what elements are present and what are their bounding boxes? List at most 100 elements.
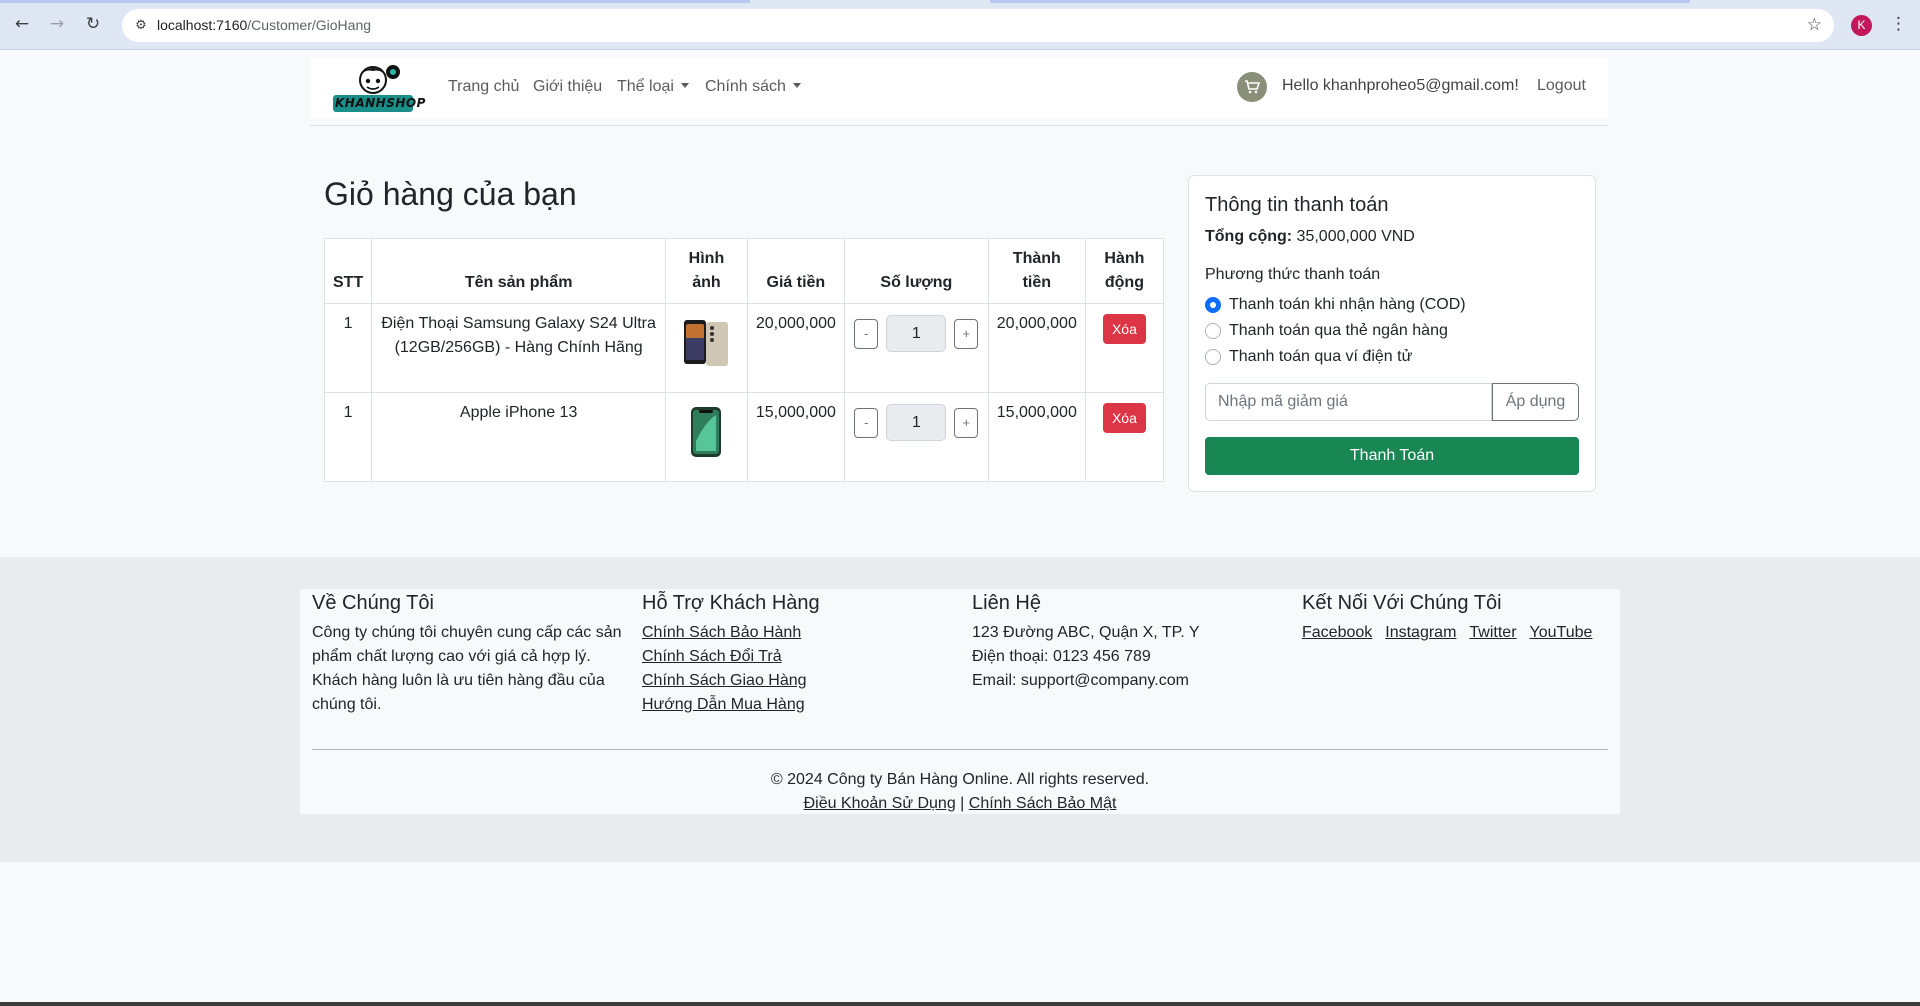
footer-divider [312,749,1608,750]
payment-card: Thông tin thanh toán Tổng cộng: 35,000,0… [1188,175,1596,492]
nav-policies-label: Chính sách [705,78,786,95]
bookmark-star-icon[interactable]: ☆ [1807,14,1822,36]
page-title: Giỏ hàng của bạn [324,176,577,212]
nav-home[interactable]: Trang chủ [448,78,519,96]
user-greeting[interactable]: Hello khanhproheo5@gmail.com! [1282,77,1519,95]
apply-coupon-button[interactable]: Áp dụng [1492,383,1579,421]
product-name: Apple iPhone 13 [371,392,667,482]
back-arrow-icon[interactable]: ← [10,12,34,36]
payment-option-e-wallet[interactable]: Thanh toán qua ví điện tử [1205,346,1412,368]
col-price: Giá tiền [746,238,845,304]
footer-support: Hỗ Trợ Khách Hàng Chính Sách Bảo Hành Ch… [642,589,952,717]
caret-down-icon [792,83,801,88]
footer-about-title: Về Chúng Tôi [312,592,434,614]
tab-edge-right [990,0,1690,3]
cart-table: STT Tên sản phẩm Hình ảnh Giá tiền Số lư… [323,238,1165,482]
social-link-youtube[interactable]: YouTube [1530,621,1593,645]
terms-link[interactable]: Điều Khoản Sử Dụng [804,795,956,812]
nav-categories-dropdown[interactable]: Thể loại [617,78,689,96]
coupon-input[interactable]: Nhập mã giảm giá [1205,383,1492,421]
col-name: Tên sản phẩm [371,238,667,304]
payment-total: Tổng cộng: 35,000,000 VND [1205,228,1415,246]
qty-increase-button[interactable]: + [954,407,979,438]
site-info-icon[interactable]: ⚙ [130,15,152,37]
delete-button[interactable]: Xóa [1102,314,1146,344]
legal-links: Điều Khoản Sử Dụng | Chính Sách Bảo Mật [300,792,1620,816]
footer-social-title: Kết Nối Với Chúng Tôi [1302,592,1502,614]
caret-down-icon [680,83,689,88]
cart-icon[interactable] [1237,72,1267,102]
qty-cell: - 1 + [843,392,989,482]
more-menu-icon[interactable]: ⋮ [1890,12,1907,36]
footer-content: Về Chúng Tôi Công ty chúng tôi chuyên cu… [300,589,1620,814]
footer-phone: Điện thoại: 0123 456 789 [972,648,1151,665]
footer-about: Về Chúng Tôi Công ty chúng tôi chuyên cu… [312,589,622,717]
profile-avatar[interactable]: K [1851,15,1872,36]
checkout-button[interactable]: Thanh Toán [1205,437,1579,475]
tab-edge-left [0,0,750,3]
table-row: 1 Apple iPhone 13 15,000,000 - 1 + 15,00… [323,392,1165,482]
col-qty: Số lượng [843,238,989,304]
total-label: Tổng cộng: [1205,228,1293,245]
social-link-twitter[interactable]: Twitter [1469,621,1516,645]
payment-method-label: Phương thức thanh toán [1205,266,1381,283]
delete-button[interactable]: Xóa [1102,403,1146,433]
footer-link-shipping[interactable]: Chính Sách Giao Hàng [642,669,952,693]
table-row: 1 Điện Thoại Samsung Galaxy S24 Ultra (1… [323,303,1165,393]
footer-social: Kết Nối Với Chúng Tôi Facebook Instagram… [1302,589,1612,645]
browser-toolbar: ← → ↻ ⚙ localhost:7160/Customer/GioHang … [0,0,1920,50]
col-total: Thành tiền [987,238,1086,304]
social-link-instagram[interactable]: Instagram [1385,621,1456,645]
nav-about[interactable]: Giới thiệu [533,78,602,96]
radio-button-checked[interactable] [1205,297,1221,313]
url-path: /Customer/GioHang [247,17,372,33]
qty-input[interactable]: 1 [886,404,947,441]
url-text[interactable]: localhost:7160/Customer/GioHang [157,9,371,42]
site-navbar: KHANHSHOP Trang chủ Giới thiệu Thể loại … [310,58,1608,118]
table-header-row: STT Tên sản phẩm Hình ảnh Giá tiền Số lư… [323,238,1165,304]
product-image-cell [665,392,748,482]
footer-link-guide[interactable]: Hướng Dẫn Mua Hàng [642,693,952,717]
product-name: Điện Thoại Samsung Galaxy S24 Ultra (12G… [371,303,667,393]
privacy-link[interactable]: Chính Sách Bảo Mật [969,795,1117,812]
payment-option-bank-card[interactable]: Thanh toán qua thẻ ngân hàng [1205,320,1448,342]
forward-arrow-icon[interactable]: → [45,12,69,36]
product-price: 20,000,000 [746,303,845,393]
payment-option-cod[interactable]: Thanh toán khi nhận hàng (COD) [1205,294,1466,316]
product-image-samsung [676,312,737,376]
social-link-facebook[interactable]: Facebook [1302,621,1372,645]
copyright-text: © 2024 Công ty Bán Hàng Online. All righ… [770,771,1150,788]
total-value: 35,000,000 VND [1296,228,1415,245]
product-price: 15,000,000 [746,392,845,482]
qty-input[interactable]: 1 [886,315,947,352]
radio-button[interactable] [1205,349,1221,365]
qty-decrease-button[interactable]: - [854,407,879,438]
radio-button[interactable] [1205,323,1221,339]
qty-decrease-button[interactable]: - [854,318,879,349]
qty-increase-button[interactable]: + [954,318,979,349]
footer-link-warranty[interactable]: Chính Sách Bảo Hành [642,621,952,645]
footer-address: 123 Đường ABC, Quận X, TP. Y [972,624,1200,641]
logout-link[interactable]: Logout [1537,77,1586,95]
legal-separator: | [960,795,965,812]
col-stt: STT [323,238,373,304]
logo-text: KHANHSHOP [335,96,426,110]
payment-option-label: Thanh toán khi nhận hàng (COD) [1229,296,1466,313]
footer-link-returns[interactable]: Chính Sách Đổi Trả [642,645,952,669]
nav-categories-label: Thể loại [617,78,674,95]
payment-option-label: Thanh toán qua ví điện tử [1229,348,1413,365]
col-image: Hình ảnh [665,238,748,304]
action-cell: Xóa [1084,303,1165,393]
row-stt: 1 [323,392,373,482]
payment-title: Thông tin thanh toán [1205,194,1389,216]
navbar-divider [310,125,1608,126]
url-host: localhost:7160 [157,17,248,33]
window-bottom-edge [0,1002,1920,1006]
footer-contact: Liên Hệ 123 Đường ABC, Quận X, TP. Y Điệ… [972,589,1282,693]
action-cell: Xóa [1084,392,1165,482]
nav-policies-dropdown[interactable]: Chính sách [705,78,801,96]
address-bar[interactable]: ⚙ localhost:7160/Customer/GioHang ☆ [122,9,1834,42]
col-action: Hành động [1084,238,1165,304]
shop-logo[interactable]: KHANHSHOP [330,63,425,115]
reload-icon[interactable]: ↻ [81,12,105,36]
